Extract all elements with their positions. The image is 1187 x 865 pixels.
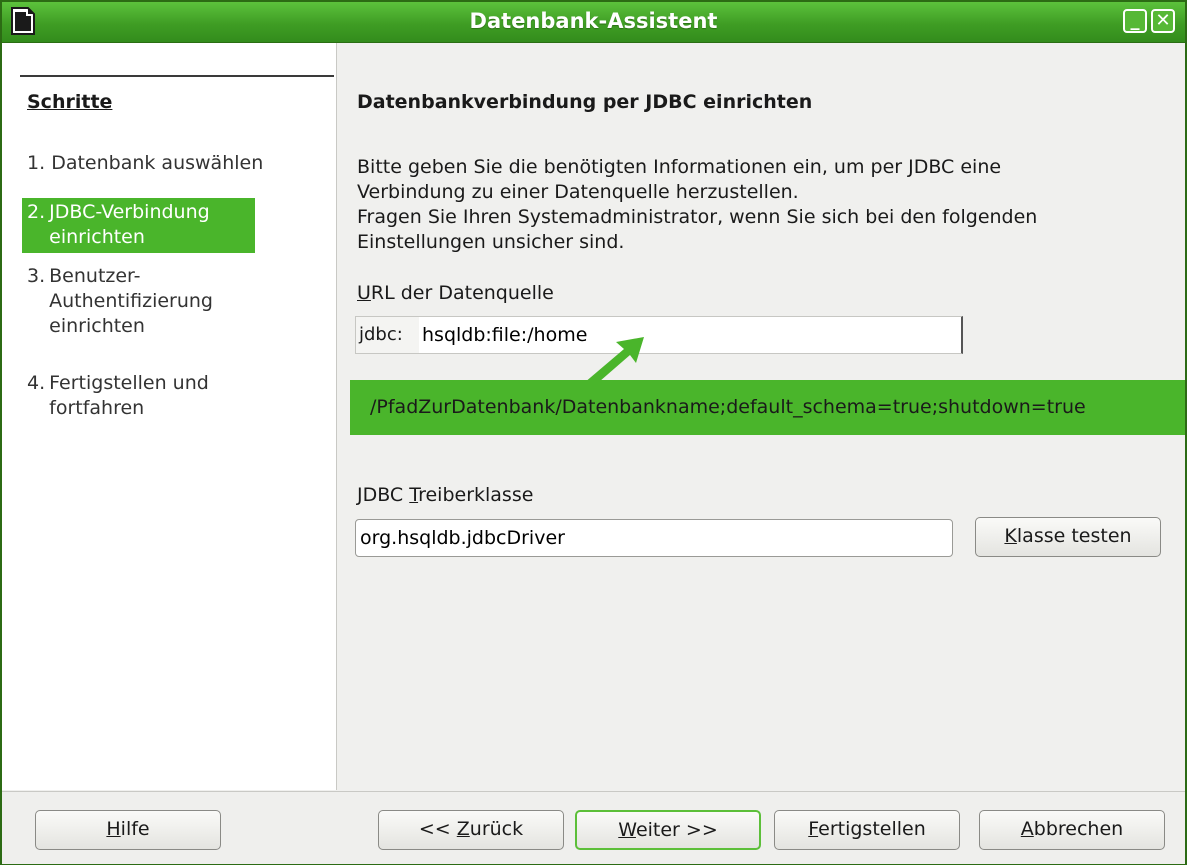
driver-label-text: reiberklasse	[418, 484, 534, 506]
button-bar: Hilfe << Zurück Weiter >> Fertigstellen …	[2, 791, 1185, 864]
title-bar[interactable]: Datenbank-Assistent _ ✕	[2, 2, 1185, 43]
intro-line-3: Fragen Sie Ihren Systemadministrator, we…	[357, 206, 1038, 228]
minimize-button[interactable]: _	[1123, 9, 1147, 33]
step-number: 1.	[27, 152, 46, 174]
back-button[interactable]: << Zurück	[378, 810, 564, 850]
step-number: 2.	[27, 201, 46, 223]
sidebar-divider	[20, 75, 334, 77]
step-item-4[interactable]: 4. Fertigstellen und fortfahren	[27, 371, 307, 421]
window-title: Datenbank-Assistent	[469, 9, 718, 33]
main-panel: Datenbankverbindung per JDBC einrichten …	[338, 43, 1185, 790]
page-title: Datenbankverbindung per JDBC einrichten	[357, 91, 813, 113]
url-label: URL der Datenquelle	[357, 282, 554, 304]
url-label-text: RL der Datenquelle	[370, 282, 554, 304]
intro-line-1: Bitte geben Sie die benötigten Informati…	[357, 156, 1002, 178]
wizard-window: Datenbank-Assistent _ ✕ Schritte 1. Date…	[0, 0, 1187, 865]
finish-label: ertigstellen	[818, 818, 926, 840]
finish-mnemonic: F	[808, 818, 819, 840]
next-button[interactable]: Weiter >>	[575, 810, 761, 850]
cancel-mnemonic: A	[1020, 818, 1034, 840]
step-label: JDBC-Verbindung einrichten	[49, 201, 210, 248]
driver-label-prefix: JDBC	[357, 484, 410, 506]
step-label: Benutzer-Authentifizierung einrichten	[49, 265, 213, 337]
intro-line-4: Einstellungen unsicher sind.	[357, 231, 625, 253]
cancel-button[interactable]: Abbrechen	[979, 810, 1165, 850]
next-label: eiter >>	[635, 819, 718, 841]
sidebar-heading: Schritte	[27, 91, 113, 113]
test-class-mnemonic: K	[1004, 525, 1017, 547]
help-mnemonic: H	[106, 818, 121, 840]
close-button[interactable]: ✕	[1151, 9, 1175, 33]
step-item-1[interactable]: 1. Datenbank auswählen	[27, 151, 307, 176]
test-class-label: lasse testen	[1016, 525, 1132, 547]
url-input[interactable]	[422, 317, 952, 353]
test-class-button[interactable]: Klasse testen	[975, 517, 1161, 557]
cancel-label: bbrechen	[1033, 818, 1124, 840]
url-prefix: jdbc:	[356, 317, 419, 353]
driver-label-mnemonic: T	[409, 484, 419, 506]
driver-label: JDBC Treiberklasse	[357, 484, 533, 506]
steps-sidebar: Schritte 1. Datenbank auswählen 2. JDBC-V…	[2, 43, 337, 790]
step-number: 4.	[27, 372, 46, 394]
help-button[interactable]: Hilfe	[35, 810, 221, 850]
back-prefix: <<	[418, 818, 457, 840]
step-label: Datenbank auswählen	[51, 152, 264, 174]
back-label: urück	[469, 818, 524, 840]
url-field[interactable]: jdbc:	[355, 316, 963, 354]
next-mnemonic: W	[618, 819, 636, 841]
driver-class-input[interactable]	[355, 519, 953, 557]
back-mnemonic: Z	[456, 818, 470, 840]
step-label: Fertigstellen und fortfahren	[49, 372, 209, 419]
step-number: 3.	[27, 265, 46, 287]
step-item-2[interactable]: 2. JDBC-Verbindung einrichten	[22, 198, 255, 253]
intro-text: Bitte geben Sie die benötigten Informati…	[357, 155, 1167, 255]
intro-line-2: Verbindung zu einer Datenquelle herzuste…	[357, 181, 799, 203]
url-label-mnemonic: U	[357, 282, 371, 304]
step-item-3[interactable]: 3. Benutzer-Authentifizierung einrichten	[27, 264, 307, 339]
finish-button[interactable]: Fertigstellen	[774, 810, 960, 850]
url-path-callout: /PfadZurDatenbank/Datenbankname;default_…	[350, 380, 1185, 435]
help-label: ilfe	[120, 818, 150, 840]
